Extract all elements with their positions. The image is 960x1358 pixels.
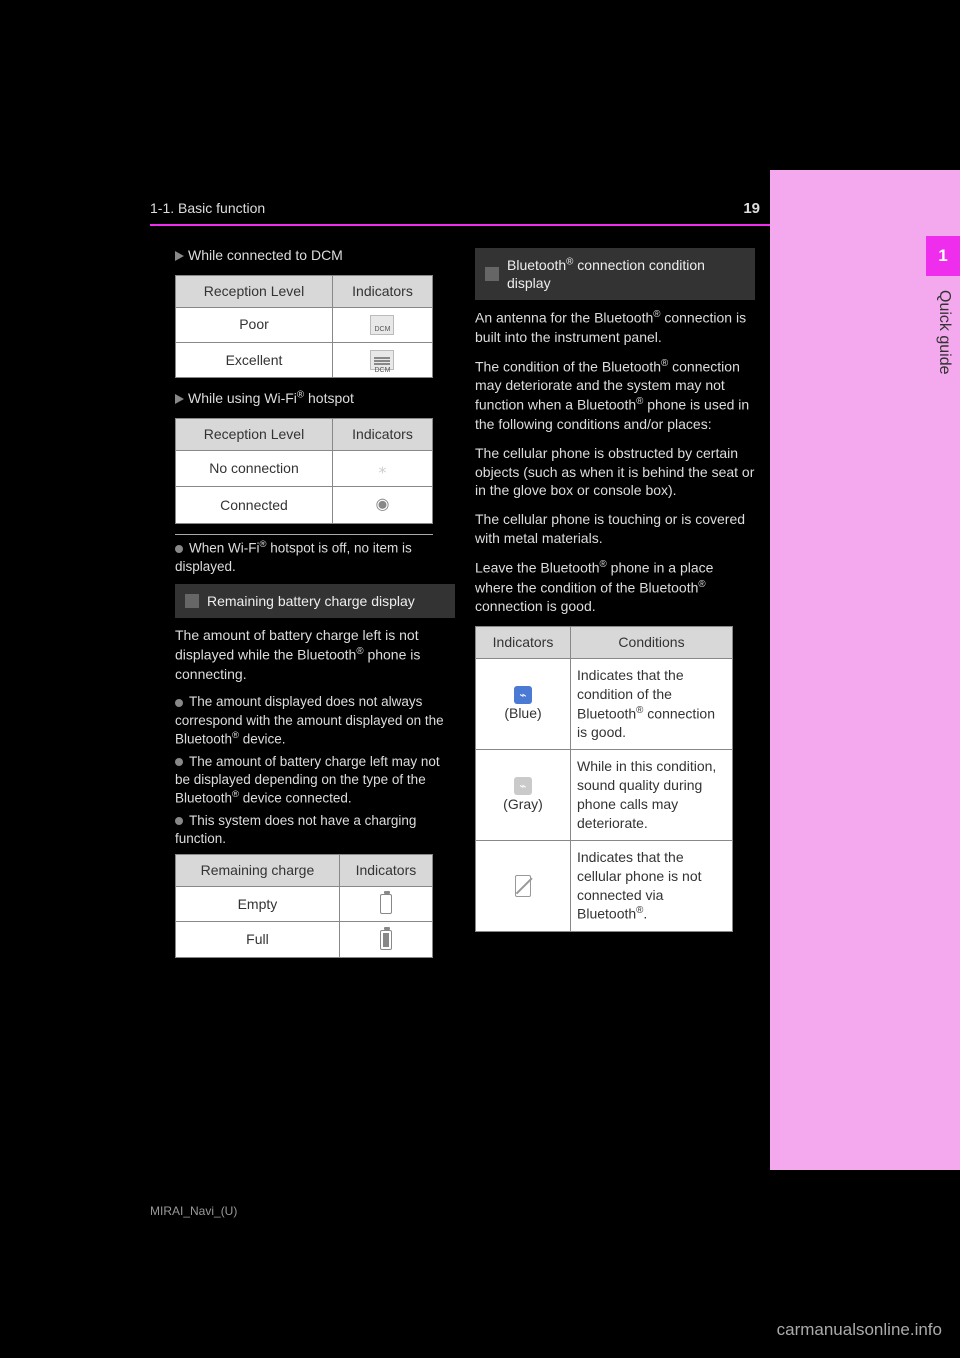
round-bullet-icon — [175, 699, 183, 707]
indicator-cell: ⌁ (Gray) — [476, 750, 571, 841]
battery-empty-icon — [380, 894, 392, 914]
level-cell: Connected — [176, 487, 333, 524]
bt-condition: The cellular phone is obstructed by cert… — [475, 444, 755, 501]
table-header-row: Indicators Conditions — [476, 627, 733, 659]
triangle-bullet-icon — [175, 251, 184, 261]
indicator-cell: DCM — [332, 307, 432, 342]
indicator-cell — [476, 840, 571, 931]
table-header-row: Remaining charge Indicators — [176, 855, 433, 887]
battery-note: This system does not have a charging fun… — [175, 812, 455, 848]
indicator-cell: ⁎ — [332, 450, 432, 487]
triangle-bullet-icon — [175, 394, 184, 404]
caption-text: While connected to DCM — [188, 247, 343, 263]
imposition-line: MIRAI_Navi_(U) — [150, 1204, 237, 1218]
condition-cell: While in this condition, sound quality d… — [571, 750, 733, 841]
table-row: Poor DCM — [176, 307, 433, 342]
battery-charge-table: Remaining charge Indicators Empty Full — [175, 854, 433, 957]
bluetooth-blue-icon: ⌁ — [514, 686, 532, 704]
wifi-note: When Wi-Fi® hotspot is off, no item is d… — [175, 539, 455, 576]
caption-text: While using Wi-Fi® hotspot — [188, 390, 354, 406]
side-tab-label: Quick guide — [934, 290, 954, 420]
heading-square-icon — [485, 267, 499, 281]
round-bullet-icon — [175, 545, 183, 553]
watermark: carmanualsonline.info — [777, 1320, 942, 1340]
dcm-caption: While connected to DCM — [175, 246, 455, 265]
battery-full-icon — [380, 930, 392, 950]
level-cell: Full — [176, 922, 340, 957]
indicator-label: (Blue) — [504, 705, 541, 721]
bluetooth-gray-icon: ⌁ — [514, 777, 532, 795]
table-row: ⌁ (Gray) While in this condition, sound … — [476, 750, 733, 841]
table-row: Full — [176, 922, 433, 957]
divider — [175, 534, 433, 535]
battery-note: The amount of battery charge left may no… — [175, 753, 455, 808]
table-row: ⌁ (Blue) Indicates that the condition of… — [476, 659, 733, 750]
table-row: Excellent DCM — [176, 343, 433, 378]
section-heading-bluetooth: Bluetooth® connection condition display — [475, 248, 755, 300]
level-cell: No connection — [176, 450, 333, 487]
bt-paragraph: The condition of the Bluetooth® connecti… — [475, 357, 755, 434]
indicator-cell: ◉ — [332, 487, 432, 524]
level-cell: Excellent — [176, 343, 333, 378]
col-head: Indicators — [332, 275, 432, 307]
table-row: No connection ⁎ — [176, 450, 433, 487]
dcm-signal-excellent-icon: DCM — [370, 350, 394, 370]
condition-cell: Indicates that the condition of the Blue… — [571, 659, 733, 750]
indicator-cell: ⌁ (Blue) — [476, 659, 571, 750]
round-bullet-icon — [175, 758, 183, 766]
section-heading-battery: Remaining battery charge display — [175, 584, 455, 618]
indicator-cell — [339, 887, 432, 922]
indicator-cell — [339, 922, 432, 957]
col-head: Reception Level — [176, 275, 333, 307]
indicator-label: (Gray) — [503, 796, 543, 812]
table-header-row: Reception Level Indicators — [176, 275, 433, 307]
condition-cell: Indicates that the cellular phone is not… — [571, 840, 733, 931]
page-number: 19 — [743, 200, 760, 217]
dcm-reception-table: Reception Level Indicators Poor DCM Exce… — [175, 275, 433, 378]
table-row: Empty — [176, 887, 433, 922]
heading-text: Remaining battery charge display — [207, 592, 415, 610]
wifi-reception-table: Reception Level Indicators No connection… — [175, 418, 433, 524]
table-row: Connected ◉ — [176, 487, 433, 524]
chapter-number-badge: 1 — [926, 236, 960, 276]
col-head: Remaining charge — [176, 855, 340, 887]
table-row: Indicates that the cellular phone is not… — [476, 840, 733, 931]
col-head: Indicators — [339, 855, 432, 887]
level-cell: Empty — [176, 887, 340, 922]
round-bullet-icon — [175, 817, 183, 825]
level-cell: Poor — [176, 307, 333, 342]
battery-intro: The amount of battery charge left is not… — [175, 626, 455, 683]
bluetooth-condition-table: Indicators Conditions ⌁ (Blue) Indicates… — [475, 626, 733, 932]
heading-square-icon — [185, 594, 199, 608]
bt-condition: The cellular phone is touching or is cov… — [475, 510, 755, 548]
col-head: Conditions — [571, 627, 733, 659]
right-column: Bluetooth® connection condition display … — [475, 240, 755, 942]
col-head: Indicators — [476, 627, 571, 659]
heading-text: Bluetooth® connection condition display — [507, 256, 745, 292]
bt-paragraph: Leave the Bluetooth® phone in a place wh… — [475, 558, 755, 616]
bt-paragraph: An antenna for the Bluetooth® connection… — [475, 308, 755, 346]
wifi-caption: While using Wi-Fi® hotspot — [175, 388, 455, 408]
no-phone-icon — [515, 875, 531, 897]
indicator-cell: DCM — [332, 343, 432, 378]
table-header-row: Reception Level Indicators — [176, 418, 433, 450]
col-head: Reception Level — [176, 418, 333, 450]
running-head: 1-1. Basic function — [150, 200, 265, 216]
header-rule — [150, 224, 770, 226]
side-tab-bar — [770, 170, 960, 1170]
wifi-weak-icon: ⁎ — [378, 460, 386, 477]
left-column: While connected to DCM Reception Level I… — [175, 240, 455, 968]
battery-note: The amount displayed does not always cor… — [175, 693, 455, 748]
dcm-signal-poor-icon: DCM — [370, 315, 394, 335]
wifi-connected-icon: ◉ — [376, 496, 390, 513]
col-head: Indicators — [332, 418, 432, 450]
